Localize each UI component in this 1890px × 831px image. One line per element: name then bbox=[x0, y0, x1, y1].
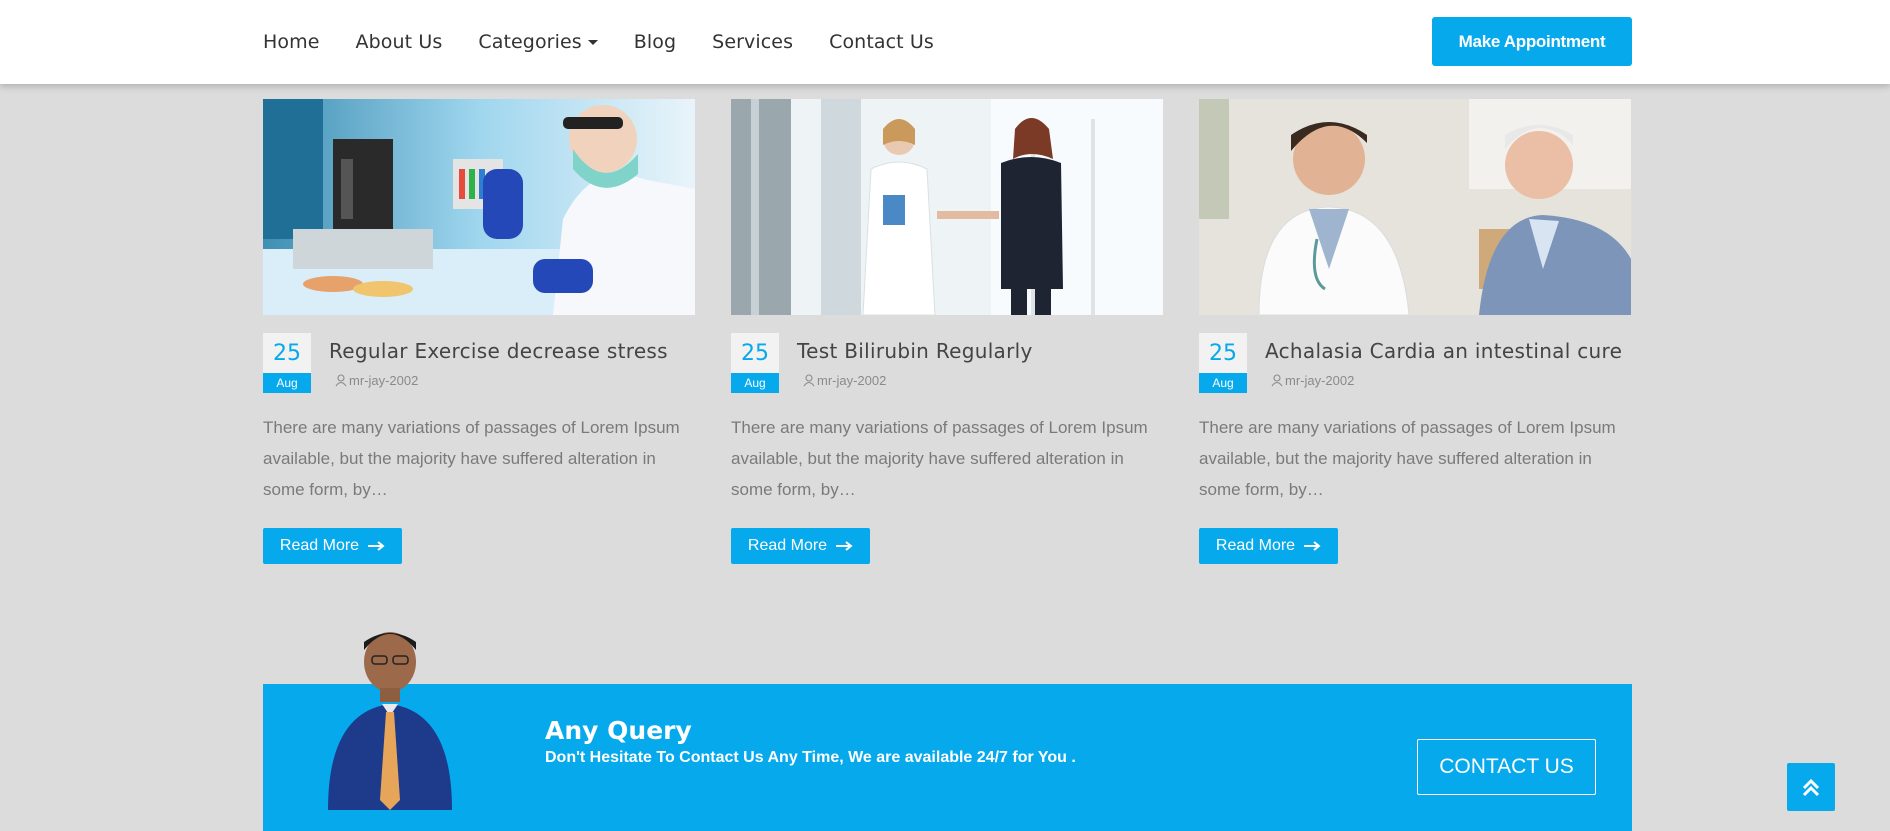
query-title: Any Query bbox=[545, 716, 692, 745]
nav-categories-label: Categories bbox=[478, 31, 582, 53]
post-excerpt: There are many variations of passages of… bbox=[731, 418, 1148, 499]
read-more-label: Read More bbox=[1215, 537, 1296, 554]
nav-about-us[interactable]: About Us bbox=[356, 31, 443, 53]
post-author[interactable]: mr-jay-2002 bbox=[1271, 373, 1354, 388]
make-appointment-button[interactable]: Make Appointment bbox=[1432, 17, 1632, 66]
blog-image-lab[interactable] bbox=[263, 99, 695, 315]
blog-card: 25 Aug Test Bilirubin Regularly mr-jay-2… bbox=[731, 99, 1163, 564]
caret-down-icon bbox=[587, 40, 598, 45]
user-icon bbox=[335, 374, 347, 387]
post-date-month: Aug bbox=[731, 373, 779, 393]
read-more-label: Read More bbox=[747, 537, 828, 554]
post-date-day: 25 bbox=[263, 333, 311, 373]
nav-home[interactable]: Home bbox=[263, 31, 320, 53]
read-more-button[interactable]: Read More bbox=[731, 528, 870, 564]
read-more-label: Read More bbox=[279, 537, 360, 554]
nav-blog[interactable]: Blog bbox=[634, 31, 676, 53]
query-subtitle: Don't Hesitate To Contact Us Any Time, W… bbox=[545, 749, 1076, 766]
post-title[interactable]: Achalasia Cardia an intestinal cure bbox=[1265, 339, 1622, 363]
read-more-button[interactable]: Read More bbox=[1199, 528, 1338, 564]
post-author-name: mr-jay-2002 bbox=[1285, 373, 1355, 388]
post-date-month: Aug bbox=[1199, 373, 1247, 393]
blog-card: 25 Aug Achalasia Cardia an intestinal cu… bbox=[1199, 99, 1631, 564]
post-date-day: 25 bbox=[731, 333, 779, 373]
read-more-button[interactable]: Read More bbox=[263, 528, 402, 564]
post-date: 25 Aug bbox=[263, 333, 311, 393]
post-title[interactable]: Regular Exercise decrease stress bbox=[329, 339, 668, 363]
main-nav: Home About Us Categories Blog Services C… bbox=[263, 0, 934, 84]
blog-image-consultation[interactable] bbox=[1199, 99, 1631, 315]
post-excerpt: There are many variations of passages of… bbox=[1199, 418, 1616, 499]
blog-card: 25 Aug Regular Exercise decrease stress … bbox=[263, 99, 695, 564]
arrow-right-icon bbox=[1304, 541, 1321, 551]
post-date-day: 25 bbox=[1199, 333, 1247, 373]
user-icon bbox=[803, 374, 815, 387]
scroll-to-top-button[interactable] bbox=[1787, 763, 1835, 811]
post-title[interactable]: Test Bilirubin Regularly bbox=[797, 339, 1033, 363]
blog-image-handshake[interactable] bbox=[731, 99, 1163, 315]
query-banner: Any Query Don't Hesitate To Contact Us A… bbox=[263, 684, 1632, 831]
post-date-month: Aug bbox=[263, 373, 311, 393]
post-author[interactable]: mr-jay-2002 bbox=[335, 373, 418, 388]
double-chevron-up-icon bbox=[1802, 778, 1820, 797]
nav-contact-us[interactable]: Contact Us bbox=[829, 31, 934, 53]
arrow-right-icon bbox=[368, 541, 385, 551]
user-icon bbox=[1271, 374, 1283, 387]
contact-us-button[interactable]: CONTACT US bbox=[1417, 739, 1596, 795]
arrow-right-icon bbox=[836, 541, 853, 551]
post-author-name: mr-jay-2002 bbox=[817, 373, 887, 388]
nav-categories[interactable]: Categories bbox=[478, 31, 598, 53]
post-excerpt: There are many variations of passages of… bbox=[263, 418, 680, 499]
nav-services[interactable]: Services bbox=[712, 31, 793, 53]
post-author-name: mr-jay-2002 bbox=[349, 373, 419, 388]
support-person-image bbox=[320, 620, 460, 810]
post-author[interactable]: mr-jay-2002 bbox=[803, 373, 886, 388]
site-header: Home About Us Categories Blog Services C… bbox=[0, 0, 1890, 84]
post-date: 25 Aug bbox=[731, 333, 779, 393]
post-date: 25 Aug bbox=[1199, 333, 1247, 393]
